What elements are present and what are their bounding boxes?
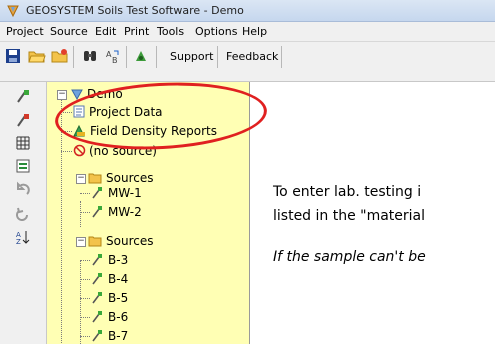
menu-options[interactable]: Options (195, 25, 237, 38)
tree-connector (80, 212, 90, 213)
content-text-line: If the sample can't be (273, 249, 426, 265)
borehole-icon (92, 273, 102, 285)
collapse-toggle[interactable]: − (76, 237, 86, 247)
folder-icon (88, 236, 102, 247)
menu-bar: Project Source Edit Print Tools Options … (0, 22, 495, 42)
report-icon[interactable] (14, 157, 32, 175)
replace-icon[interactable]: AB (103, 46, 123, 66)
tree-connector (80, 317, 90, 318)
svg-text:Z: Z (16, 238, 21, 245)
folder-icon (88, 173, 102, 184)
menu-source[interactable]: Source (50, 25, 88, 38)
tree-connector (80, 279, 90, 280)
no-source-icon (73, 144, 86, 157)
menu-edit[interactable]: Edit (95, 25, 116, 38)
content-text-line: listed in the "material (273, 208, 426, 224)
new-folder-icon[interactable] (50, 46, 70, 66)
side-toolbar: AZ (0, 82, 47, 344)
borehole-icon (92, 311, 102, 323)
sort-az-icon[interactable]: AZ (14, 228, 32, 246)
tree-item-label: B-3 (108, 253, 129, 267)
redo-icon[interactable] (14, 204, 32, 222)
window-title: GEOSYSTEM Soils Test Software - Demo (26, 4, 244, 17)
tree-connector (80, 260, 81, 344)
feedback-button[interactable]: Feedback (226, 50, 278, 63)
undo-icon[interactable] (14, 180, 32, 198)
menu-help[interactable]: Help (242, 25, 267, 38)
svg-text:B: B (112, 56, 118, 64)
toolbar-separator (126, 46, 127, 68)
title-bar: GEOSYSTEM Soils Test Software - Demo (0, 0, 495, 22)
toolbar-separator (217, 46, 218, 68)
grid-icon[interactable] (14, 134, 32, 152)
borehole-icon (92, 254, 102, 266)
borehole-icon (92, 292, 102, 304)
tree-item-label: MW-1 (108, 186, 142, 200)
binoculars-icon[interactable] (80, 46, 100, 66)
content-text-line: To enter lab. testing i (273, 184, 422, 200)
open-folder-icon[interactable] (27, 46, 47, 66)
tree-item-label: MW-2 (108, 205, 142, 219)
toolbar-separator (281, 46, 282, 68)
tree-item-label: B-6 (108, 310, 129, 324)
add-source-icon[interactable] (14, 87, 32, 105)
toolbar: AB Support Feedback (0, 42, 495, 82)
tree-item-label: B-7 (108, 329, 129, 343)
menu-tools[interactable]: Tools (157, 25, 184, 38)
tree-connector (61, 151, 72, 152)
content-panel: To enter lab. testing i listed in the "m… (250, 82, 495, 344)
tree-connector (80, 193, 90, 194)
tree-item-label: B-4 (108, 272, 129, 286)
collapse-toggle[interactable]: − (57, 90, 67, 100)
tree-item-label: Sources (106, 234, 154, 248)
toolbar-separator (156, 46, 157, 68)
menu-print[interactable]: Print (124, 25, 149, 38)
tree-connector (80, 298, 90, 299)
borehole-icon (92, 206, 102, 218)
edit-source-icon[interactable] (14, 111, 32, 129)
support-button[interactable]: Support (170, 50, 213, 63)
tree-connector (61, 100, 62, 344)
tree-connector (80, 260, 90, 261)
tree-connector (80, 201, 81, 227)
collapse-toggle[interactable]: − (76, 174, 86, 184)
borehole-icon (92, 330, 102, 342)
tree-item-label: Sources (106, 171, 154, 185)
save-icon[interactable] (3, 46, 23, 66)
menu-project[interactable]: Project (6, 25, 44, 38)
tool-icon[interactable] (131, 46, 151, 66)
tree-item-label: B-5 (108, 291, 129, 305)
app-icon (7, 5, 19, 18)
tree-connector (80, 336, 90, 337)
toolbar-separator (73, 46, 74, 68)
borehole-icon (92, 187, 102, 199)
